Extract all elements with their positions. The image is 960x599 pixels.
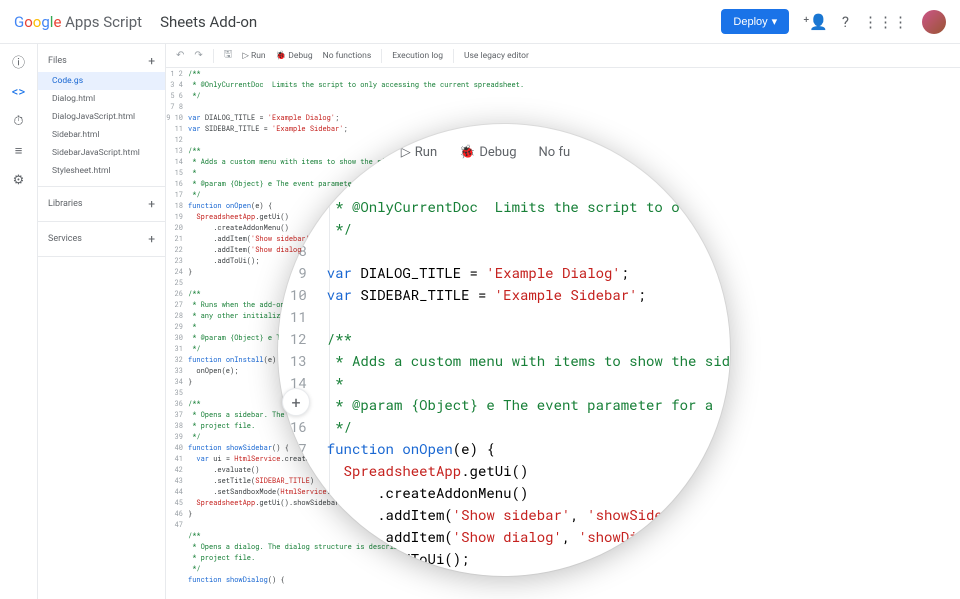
magnifier-overlay: 🖫 ▷ Run 🐞 Debug No fu 1 2 3 4 5 6 7 8 9 … [278, 124, 730, 576]
run-button[interactable]: ▷ Run [242, 51, 265, 61]
apps-grid-icon[interactable]: ⋮⋮⋮ [863, 13, 908, 31]
undo-icon[interactable]: ↶ [176, 50, 184, 61]
project-title[interactable]: Sheets Add-on [160, 13, 257, 31]
info-icon[interactable]: ⓘ [12, 52, 25, 71]
settings-icon[interactable]: ⚙ [13, 173, 25, 188]
save-icon[interactable]: 🖫 [366, 140, 379, 165]
execution-log-button[interactable]: Execution log [392, 51, 443, 61]
sidebar: Files + Code.gsDialog.htmlDialogJavaScrip… [38, 44, 166, 599]
toolbar: ↶ ↷ 🖫 ▷ Run 🐞 Debug No functions Executi… [166, 44, 960, 68]
file-item[interactable]: Sidebar.html [38, 126, 165, 144]
floating-add-button[interactable]: + [282, 388, 310, 416]
share-icon[interactable]: ⁺👤 [803, 13, 828, 31]
file-item[interactable]: Dialog.html [38, 90, 165, 108]
product-name: Apps Script [65, 13, 142, 31]
function-select[interactable]: No functions [323, 51, 372, 61]
libraries-heading: Libraries [48, 199, 83, 209]
left-rail: ⓘ <> ⏱ ≡ ⚙ [0, 44, 38, 599]
debug-button[interactable]: 🐞 Debug [459, 145, 516, 160]
help-icon[interactable]: ? [842, 13, 849, 31]
function-select[interactable]: No fu [539, 145, 571, 160]
editor-icon[interactable]: <> [12, 85, 25, 100]
chevron-down-icon: ▾ [772, 15, 778, 28]
file-item[interactable]: Code.gs [38, 72, 165, 90]
legacy-editor-button[interactable]: Use legacy editor [464, 51, 529, 61]
avatar[interactable] [922, 10, 946, 34]
file-item[interactable]: SidebarJavaScript.html [38, 144, 165, 162]
services-heading: Services [48, 234, 82, 244]
files-heading: Files [48, 56, 67, 66]
triggers-icon[interactable]: ⏱ [13, 114, 23, 129]
add-file-button[interactable]: + [148, 54, 155, 68]
deploy-button[interactable]: Deploy ▾ [721, 9, 789, 34]
save-icon[interactable]: 🖫 [224, 47, 233, 64]
zoom-code-editor[interactable]: 1 2 3 4 5 6 7 8 9 10 11 12 13 14 15 16 1… [278, 174, 730, 570]
run-button[interactable]: ▷ Run [401, 145, 437, 160]
executions-icon[interactable]: ≡ [15, 143, 23, 159]
debug-button[interactable]: 🐞 Debug [276, 51, 313, 61]
file-item[interactable]: Stylesheet.html [38, 162, 165, 180]
add-service-button[interactable]: + [148, 232, 155, 246]
zoom-toolbar: 🖫 ▷ Run 🐞 Debug No fu [366, 140, 570, 165]
file-item[interactable]: DialogJavaScript.html [38, 108, 165, 126]
header: Google Apps Script Sheets Add-on Deploy … [0, 0, 960, 44]
google-logo: Google Apps Script [14, 13, 142, 31]
redo-icon[interactable]: ↷ [194, 50, 202, 61]
add-library-button[interactable]: + [148, 197, 155, 211]
